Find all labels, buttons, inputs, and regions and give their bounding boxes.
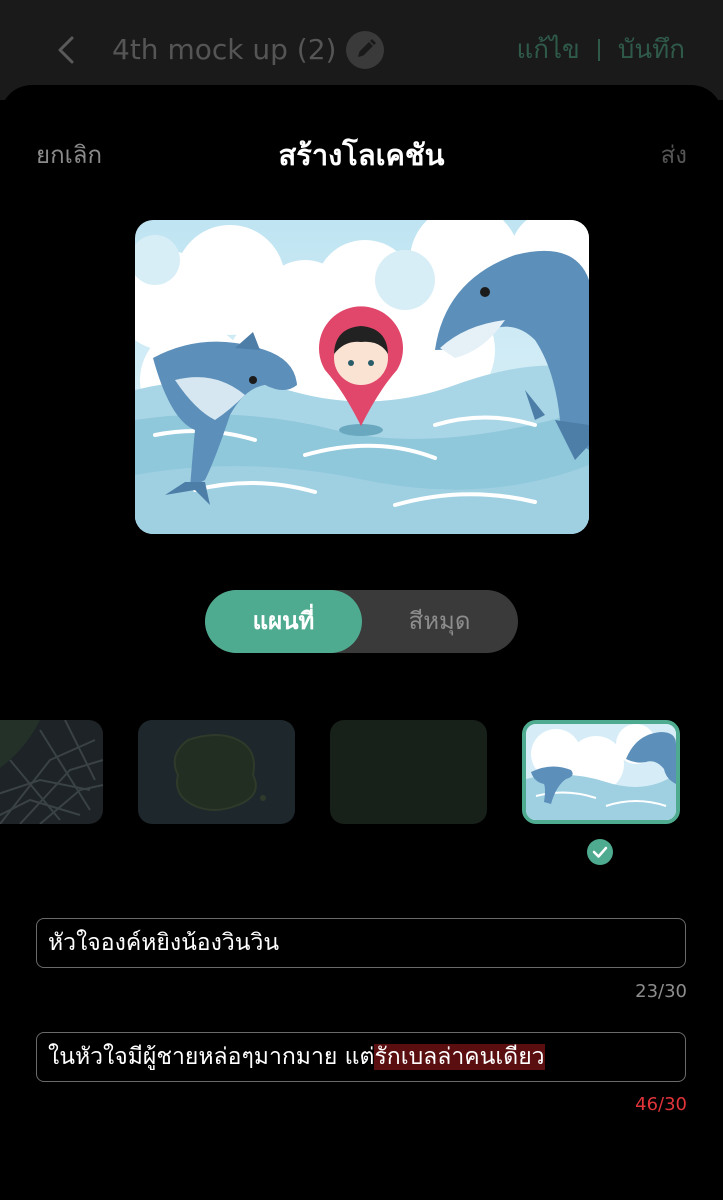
sheet-title: สร้างโลเคชัน (278, 138, 445, 172)
location-description-value: ในหัวใจมีผู้ชายหล่อๆมากมาย แต่รักเบลล่าค… (48, 1033, 545, 1081)
description-text-within-limit: ในหัวใจมีผู้ชายหล่อๆมากมาย แต่ (48, 1044, 375, 1070)
location-name-input[interactable]: หัวใจองค์หยิงน้องวินวิน (36, 918, 686, 968)
back-chevron-icon[interactable] (52, 30, 82, 70)
selected-check-icon (587, 839, 613, 865)
description-text-over-limit: รักเบลล่าคนเดียว (374, 1044, 545, 1070)
tab-pin-color[interactable]: สีหมุด (361, 590, 518, 653)
send-button[interactable]: ส่ง (661, 137, 687, 173)
dolphin-theme-thumbnail[interactable] (522, 720, 680, 824)
save-button[interactable]: บันทึก (618, 35, 685, 65)
dark-terrain-thumbnail[interactable] (330, 720, 487, 824)
edit-button[interactable]: แก้ไข (516, 35, 579, 65)
location-preview-image (135, 220, 589, 534)
description-char-counter: 46/30 (635, 1094, 687, 1115)
location-description-input[interactable]: ในหัวใจมีผู้ชายหล่อๆมากมาย แต่รักเบลล่าค… (36, 1032, 686, 1082)
document-title: 4th mock up (2) (112, 33, 337, 66)
pencil-icon (358, 39, 376, 57)
divider (597, 39, 600, 61)
island-map-thumbnail[interactable] (138, 720, 295, 824)
tab-map[interactable]: แผนที่ (205, 590, 362, 653)
location-name-value: หัวใจองค์หยิงน้องวินวิน (48, 930, 280, 956)
edit-title-button[interactable] (346, 31, 384, 69)
map-mode-toggle: แผนที่ สีหมุด (205, 590, 518, 653)
name-char-counter: 23/30 (635, 981, 687, 1002)
top-actions: แก้ไข บันทึก (516, 30, 685, 70)
street-map-thumbnail[interactable] (0, 720, 103, 824)
